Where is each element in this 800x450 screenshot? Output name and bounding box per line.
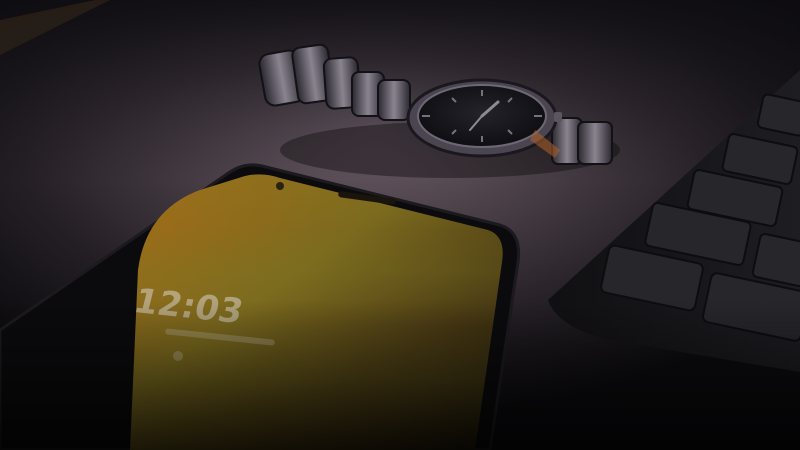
foreground-shadow [0,300,800,450]
photo-illustration: 12:03 [0,0,800,450]
phone-camera [276,182,284,190]
photo-scene: 12:03 [0,0,800,450]
